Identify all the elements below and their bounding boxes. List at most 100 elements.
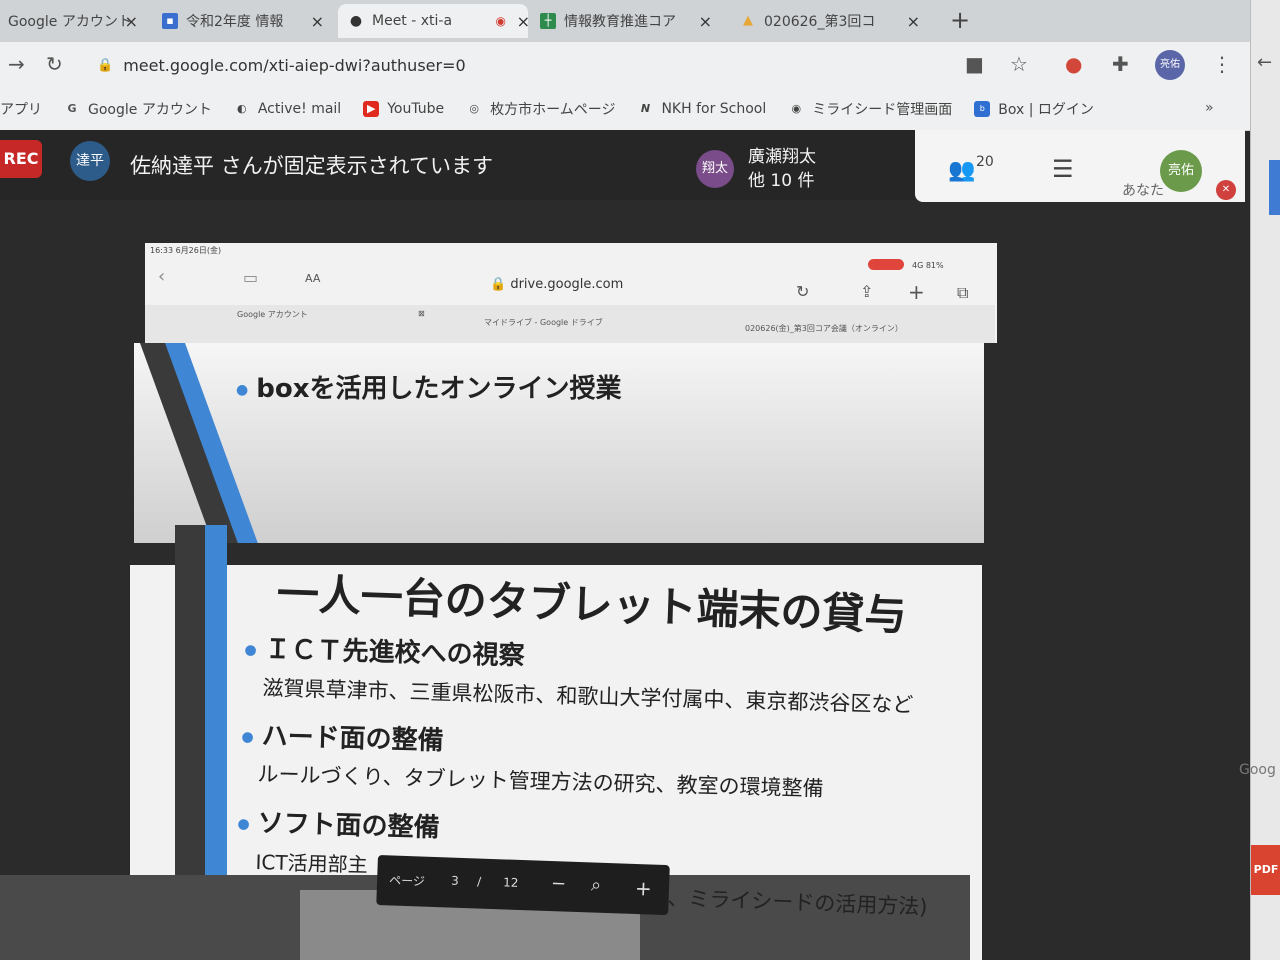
ipad-url-text: drive.google.com <box>510 277 624 292</box>
profile-avatar[interactable]: 亮佑 <box>1155 50 1185 80</box>
city-icon: ◎ <box>469 102 479 115</box>
reload-icon[interactable]: ↻ <box>796 282 809 301</box>
reload-icon[interactable]: ↻ <box>46 52 63 76</box>
add-tab-icon[interactable]: + <box>908 280 925 304</box>
zoom-out-icon[interactable]: − <box>551 873 567 895</box>
self-label: あなた <box>1122 183 1164 199</box>
pdf-badge: PDF <box>1251 845 1280 895</box>
pinned-notice: 佐納達平 さんが固定表示されています <box>130 154 494 178</box>
ipad-tab[interactable]: Google アカウント <box>237 309 308 320</box>
slide2-heading-text: ソフト面の整備 <box>257 808 441 844</box>
lock-icon: 🔒 <box>97 57 114 73</box>
page-number[interactable]: 3 <box>451 874 459 888</box>
sheets-icon: ┼ <box>540 13 556 29</box>
close-icon[interactable]: × <box>125 12 138 31</box>
ipad-tab[interactable]: マイドライブ - Google ドライブ <box>484 317 603 328</box>
close-icon[interactable]: × <box>517 12 530 31</box>
tab-meet[interactable]: ● Meet - xti-a ◉ × <box>338 4 530 38</box>
document-icon: ▪ <box>162 13 178 29</box>
recording-icon: ◉ <box>495 14 506 28</box>
tab-title: 情報教育推進コア <box>564 14 676 30</box>
bookmark-label: 枚方市ホームページ <box>490 102 616 118</box>
chevron-left-icon[interactable]: ‹ <box>158 266 165 287</box>
puzzle-icon[interactable]: ✚ <box>1112 52 1129 76</box>
adjacent-google-text: Goog <box>1239 762 1276 778</box>
tab-drive[interactable]: ▲ 020626_第3回コ × <box>740 4 920 38</box>
presenter-info[interactable]: 廣瀬翔太 他 10 件 <box>748 145 816 193</box>
people-icon[interactable]: 👥 <box>948 158 975 183</box>
ipad-status-time: 16:33 6月26日(金) <box>150 246 222 255</box>
tab-sheets[interactable]: ┼ 情報教育推進コア × <box>540 4 712 38</box>
tab-google-account[interactable]: Google アカウント × <box>8 4 138 38</box>
star-icon[interactable]: ☆ <box>1010 52 1028 76</box>
bookmarks-bar: アプリ G Google アカウント ◐ Active! mail ▶ YouT… <box>0 88 1250 131</box>
bookmarks-overflow-icon[interactable]: » <box>1205 100 1214 116</box>
close-icon[interactable]: × <box>907 12 920 31</box>
adjacent-window-edge: ← Goog PDF <box>1239 0 1280 960</box>
pdf-page-toolbar: ページ 3 / 12 − ⌕ + <box>376 855 670 916</box>
ipad-tab[interactable]: 020626(金)_第3回コア会議（オンライン） <box>745 323 903 334</box>
drive-icon: ▲ <box>743 13 753 28</box>
bookmark-google-account[interactable]: G Google アカウント <box>64 99 211 119</box>
bookmark-label: ミライシード管理画面 <box>812 102 953 118</box>
bullet-icon: ● <box>237 815 250 832</box>
slide1-bullet: ● boxを活用したオンライン授業 <box>236 368 621 405</box>
lock-icon: 🔒 <box>490 277 507 292</box>
bookmark-label: Box | ログイン <box>998 102 1094 118</box>
address-bar[interactable]: 🔒 meet.google.com/xti-aiep-dwi?authuser=… <box>85 50 945 80</box>
ipad-status-battery: 4G 81% <box>912 261 944 270</box>
tab-title: 020626_第3回コ <box>764 14 876 30</box>
slide2-heading: ● ハード面の整備 <box>241 715 444 757</box>
close-icon[interactable]: × <box>699 12 712 31</box>
meet-icon: ● <box>349 13 363 29</box>
page-label: ページ <box>388 873 426 889</box>
youtube-icon: ▶ <box>363 101 380 117</box>
self-avatar: 亮佑 <box>1160 150 1202 192</box>
bookmark-label: アプリ <box>0 102 42 118</box>
forward-icon[interactable]: → <box>8 52 25 76</box>
bookmark-youtube[interactable]: ▶ YouTube <box>363 101 444 117</box>
mic-muted-icon: ✕ <box>1216 180 1236 200</box>
bookmark-label: Active! mail <box>257 101 342 117</box>
extension-red-icon[interactable]: ● <box>1065 52 1082 76</box>
slide-gap <box>125 543 995 565</box>
bookmark-apps[interactable]: アプリ <box>0 99 42 119</box>
bookmark-label: YouTube <box>387 101 445 117</box>
recording-badge: REC <box>0 140 42 178</box>
camera-icon[interactable]: ■ <box>965 52 984 76</box>
chat-icon[interactable]: ☰ <box>1052 155 1074 183</box>
pinned-avatar: 達平 <box>70 141 110 181</box>
browser-toolbar: → ↻ 🔒 meet.google.com/xti-aiep-dwi?authu… <box>0 42 1250 88</box>
page-total: 12 <box>502 875 519 890</box>
bookmark-miraiseed[interactable]: ◉ ミライシード管理画面 <box>788 99 952 119</box>
ipad-tab-close-icon[interactable]: ⊠ <box>418 309 425 318</box>
bookmark-nkh[interactable]: N NKH for School <box>637 101 766 117</box>
bookmark-active-mail[interactable]: ◐ Active! mail <box>234 101 341 117</box>
bullet-icon: ● <box>244 641 257 658</box>
tab-document[interactable]: ▪ 令和2年度 情報 × <box>162 4 324 38</box>
book-icon[interactable]: ▭ <box>243 268 258 287</box>
search-icon[interactable]: ⌕ <box>591 874 602 895</box>
presenter-avatar[interactable]: 翔太 <box>696 150 734 188</box>
menu-icon[interactable]: ⋮ <box>1212 52 1232 76</box>
slide2-heading: ● ＩＣＴ先進校への視察 <box>244 628 525 672</box>
back-arrow-icon[interactable]: ← <box>1257 52 1272 73</box>
bookmark-hirakata[interactable]: ◎ 枚方市ホームページ <box>466 99 615 119</box>
participant-count: 20 <box>976 154 994 170</box>
text-size-icon[interactable]: AA <box>305 272 320 285</box>
share-icon[interactable]: ⇪ <box>860 282 873 301</box>
bookmark-box[interactable]: b Box | ログイン <box>974 99 1094 119</box>
blue-tab-edge <box>1269 160 1280 215</box>
ipad-recording-pill <box>868 259 904 270</box>
box-icon: b <box>974 101 991 117</box>
close-icon[interactable]: × <box>311 12 324 31</box>
zoom-in-icon[interactable]: + <box>635 876 653 901</box>
google-g-icon: G <box>67 102 77 115</box>
ipad-url[interactable]: 🔒 drive.google.com <box>490 277 623 292</box>
new-tab-button[interactable]: + <box>950 6 970 34</box>
presenter-others: 他 10 件 <box>748 171 815 191</box>
tab-title: Meet - xti-a <box>372 13 453 29</box>
page-separator: / <box>476 874 482 889</box>
mail-icon: ◐ <box>237 102 247 115</box>
tabs-icon[interactable]: ⧉ <box>957 283 968 303</box>
